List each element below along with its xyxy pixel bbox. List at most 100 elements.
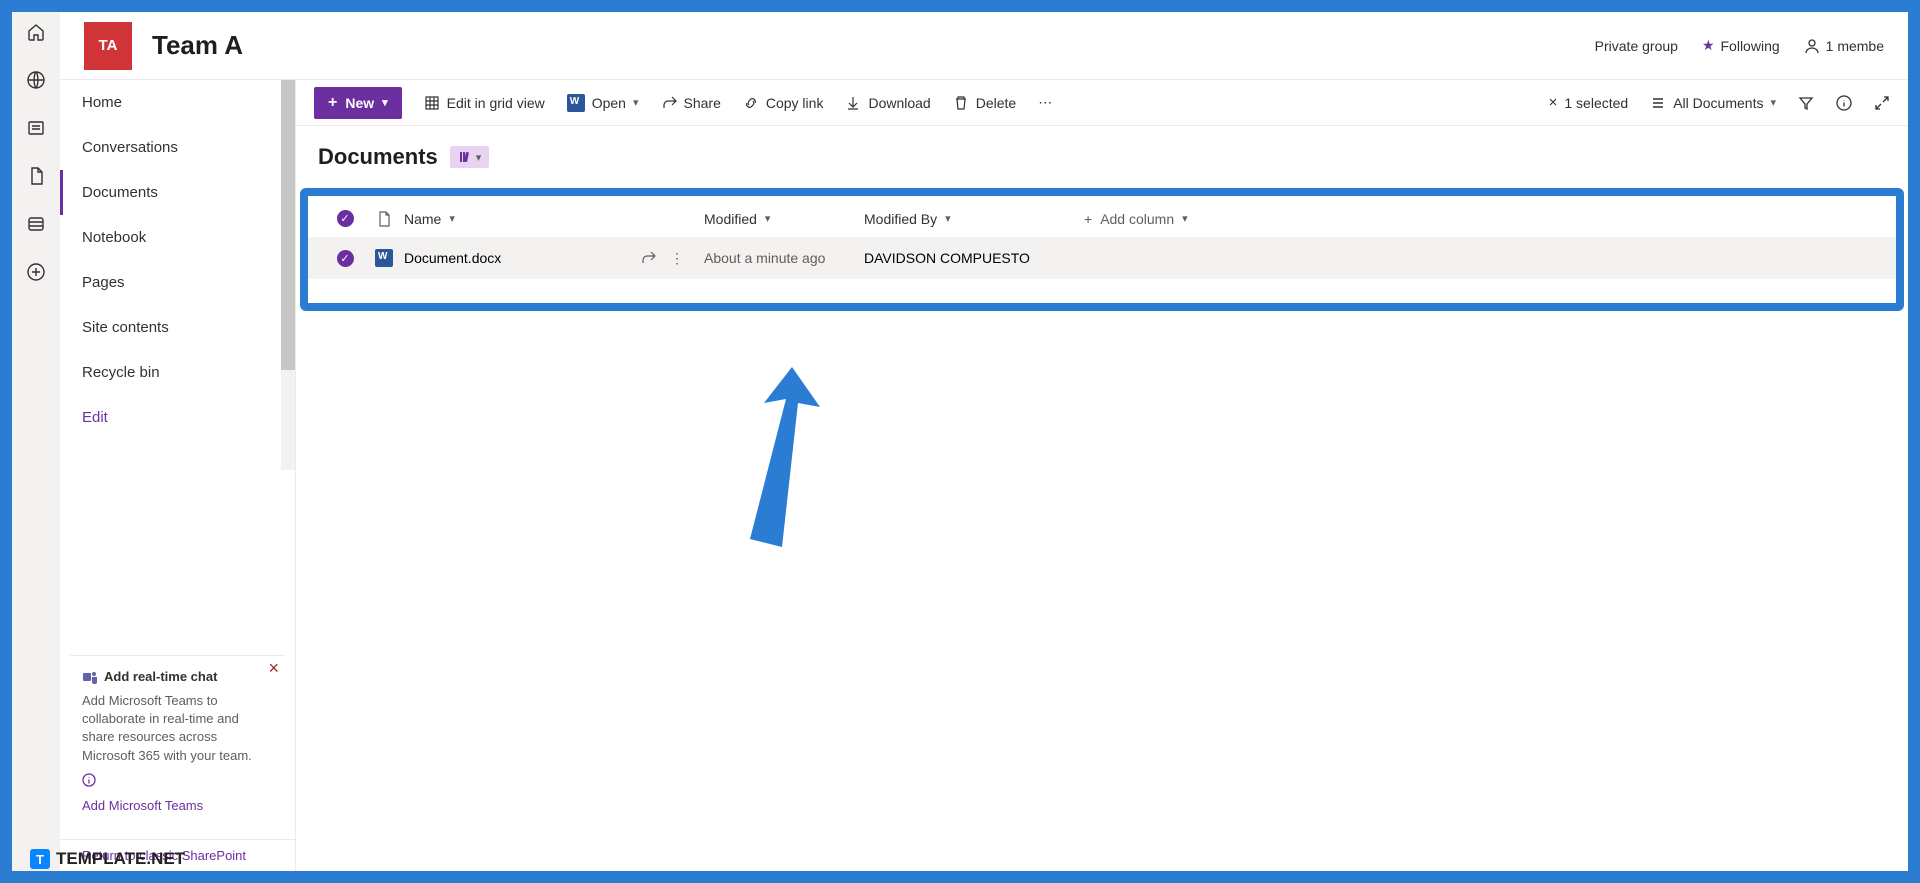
member-count-label: 1 membe <box>1826 38 1884 54</box>
delete-button[interactable]: Delete <box>953 95 1016 111</box>
new-button[interactable]: + New ▾ <box>314 87 402 119</box>
new-label: New <box>345 95 374 111</box>
delete-label: Delete <box>976 95 1016 111</box>
row-checkbox[interactable]: ✓ <box>337 250 354 267</box>
sidebar-nav: Home Conversations Documents Notebook Pa… <box>60 80 295 440</box>
promo-body: Add Microsoft Teams to collaborate in re… <box>82 692 273 765</box>
copy-label: Copy link <box>766 95 824 111</box>
highlight-annotation: ✓ Name▾ Modified▾ Modified By▾ +Add colu… <box>300 188 1904 311</box>
download-button[interactable]: Download <box>845 95 930 111</box>
globe-icon[interactable] <box>26 70 46 90</box>
selection-count[interactable]: ×1 selected <box>1549 94 1629 111</box>
site-header: TA Team A Private group ★Following 1 mem… <box>60 12 1908 80</box>
library-view-badge[interactable]: ▾ <box>450 146 490 168</box>
filter-button[interactable] <box>1798 95 1814 111</box>
site-title: Team A <box>152 30 1575 61</box>
table-row[interactable]: ✓ Document.docx ⋮ About a minute ago DAV… <box>308 237 1896 279</box>
grid-icon <box>424 95 440 111</box>
edit-grid-label: Edit in grid view <box>447 95 545 111</box>
sidebar-item-pages[interactable]: Pages <box>60 260 295 305</box>
column-modified[interactable]: Modified ▾ <box>704 211 864 227</box>
chevron-down-icon: ▾ <box>1770 96 1776 109</box>
add-teams-link[interactable]: Add Microsoft Teams <box>82 797 273 815</box>
promo-title: Add real-time chat <box>104 668 217 686</box>
file-icon[interactable] <box>26 166 46 186</box>
more-button[interactable]: ⋯ <box>1038 94 1052 111</box>
group-type-label: Private group <box>1595 38 1678 54</box>
info-button[interactable] <box>1836 95 1852 111</box>
home-icon[interactable] <box>26 22 46 42</box>
library-icon <box>458 150 472 164</box>
watermark: T TEMPLATE.NET <box>30 849 185 869</box>
row-more-icon[interactable]: ⋮ <box>670 250 684 267</box>
download-icon <box>845 95 861 111</box>
follow-button[interactable]: ★Following <box>1702 37 1780 54</box>
table-header: ✓ Name▾ Modified▾ Modified By▾ +Add colu… <box>308 200 1896 237</box>
news-icon[interactable] <box>26 118 46 138</box>
open-label: Open <box>592 95 626 111</box>
sidebar-item-home[interactable]: Home <box>60 80 295 125</box>
column-by-label: Modified By <box>864 211 937 227</box>
sidebar-item-site-contents[interactable]: Site contents <box>60 305 295 350</box>
file-type-icon <box>376 211 392 227</box>
expand-button[interactable] <box>1874 95 1890 111</box>
share-label: Share <box>684 95 721 111</box>
chevron-down-icon: ▾ <box>633 96 639 109</box>
sidebar: Home Conversations Documents Notebook Pa… <box>60 80 296 871</box>
close-icon[interactable]: × <box>268 656 279 681</box>
view-switcher[interactable]: All Documents ▾ <box>1650 95 1776 111</box>
word-icon <box>567 94 585 112</box>
plus-icon: + <box>1084 211 1092 227</box>
app-rail <box>12 12 60 871</box>
trash-icon <box>953 95 969 111</box>
link-icon <box>743 95 759 111</box>
chevron-down-icon: ▾ <box>765 212 771 225</box>
page-title: Documents <box>318 144 438 170</box>
select-all-checkbox[interactable]: ✓ <box>337 210 354 227</box>
word-icon <box>375 249 393 267</box>
column-name[interactable]: Name▾ <box>404 211 704 227</box>
view-label: All Documents <box>1673 95 1763 111</box>
share-button[interactable]: Share <box>661 95 721 111</box>
ellipsis-icon: ⋯ <box>1038 94 1052 111</box>
member-count[interactable]: 1 membe <box>1804 38 1884 54</box>
list-icon[interactable] <box>26 214 46 234</box>
modified-by-value: DAVIDSON COMPUESTO <box>864 250 1084 266</box>
sidebar-scrollbar[interactable] <box>281 80 295 470</box>
share-icon[interactable] <box>640 250 656 266</box>
watermark-text: TEMPLATE.NET <box>56 849 185 869</box>
plus-icon[interactable] <box>26 262 46 282</box>
chevron-down-icon: ▾ <box>1182 212 1188 225</box>
edit-grid-button[interactable]: Edit in grid view <box>424 95 545 111</box>
selected-label: 1 selected <box>1564 95 1628 111</box>
copy-link-button[interactable]: Copy link <box>743 95 824 111</box>
add-column-button[interactable]: + Add column ▾ <box>1084 211 1878 227</box>
watermark-icon: T <box>30 849 50 869</box>
site-logo: TA <box>84 22 132 70</box>
chevron-down-icon: ▾ <box>945 212 951 225</box>
sidebar-item-notebook[interactable]: Notebook <box>60 215 295 260</box>
teams-icon <box>82 669 98 685</box>
follow-label: Following <box>1721 38 1780 54</box>
sidebar-item-edit[interactable]: Edit <box>60 395 295 440</box>
add-column-label: Add column <box>1100 211 1174 227</box>
command-bar: + New ▾ Edit in grid view Open ▾ Share Co… <box>296 80 1908 126</box>
open-button[interactable]: Open ▾ <box>567 94 639 112</box>
page-heading: Documents ▾ <box>296 126 1908 178</box>
expand-icon <box>1874 95 1890 111</box>
column-modified-by[interactable]: Modified By ▾ <box>864 211 1084 227</box>
sidebar-item-recycle-bin[interactable]: Recycle bin <box>60 350 295 395</box>
share-icon <box>661 95 677 111</box>
plus-icon: + <box>328 94 337 112</box>
sidebar-item-documents[interactable]: Documents <box>60 170 295 215</box>
column-name-label: Name <box>404 211 441 227</box>
modified-value: About a minute ago <box>704 250 864 266</box>
sidebar-item-conversations[interactable]: Conversations <box>60 125 295 170</box>
file-name: Document.docx <box>404 250 501 266</box>
view-icon <box>1650 95 1666 111</box>
content-area: + New ▾ Edit in grid view Open ▾ Share Co… <box>296 80 1908 871</box>
column-modified-label: Modified <box>704 211 757 227</box>
download-label: Download <box>868 95 930 111</box>
info-icon <box>1836 95 1852 111</box>
chevron-down-icon: ▾ <box>476 151 482 164</box>
